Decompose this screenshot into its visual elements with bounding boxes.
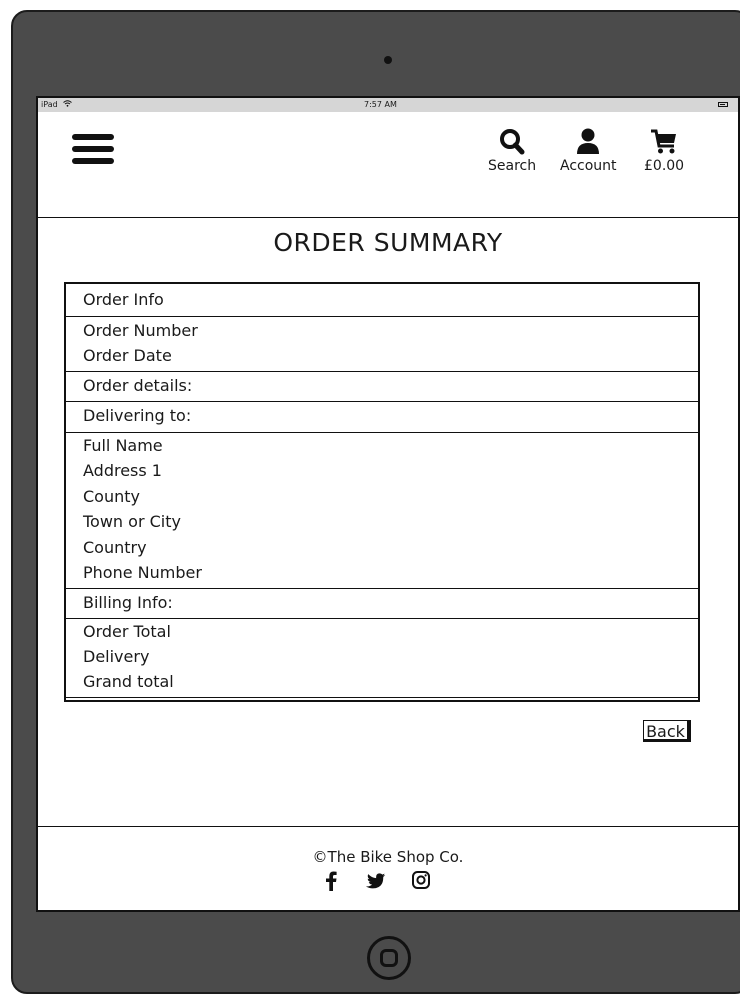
phone-label: Phone Number (83, 563, 202, 582)
screen: iPad 7:57 AM Search Account £0.00 ORDER … (36, 96, 740, 912)
order-date-label: Order Date (83, 346, 172, 365)
search-button[interactable]: Search (488, 128, 536, 174)
copyright-text: ©The Bike Shop Co. (312, 848, 464, 866)
town-label: Town or City (83, 512, 181, 531)
divider (66, 371, 698, 372)
order-total-label: Order Total (83, 622, 171, 641)
instagram-icon[interactable] (411, 870, 431, 892)
cart-total: £0.00 (644, 158, 685, 174)
order-info-header: Order Info (83, 290, 164, 309)
search-icon (488, 128, 536, 156)
header-divider (38, 217, 738, 218)
county-label: County (83, 487, 140, 506)
user-icon (560, 128, 617, 156)
grand-total-label: Grand total (83, 672, 174, 691)
menu-icon[interactable] (72, 134, 114, 168)
country-label: Country (83, 538, 147, 557)
delivering-header: Delivering to: (83, 406, 192, 425)
camera (384, 56, 392, 64)
facebook-icon[interactable] (325, 870, 345, 892)
order-summary-table: Order Info Order Number Order Date Order… (64, 282, 700, 702)
cart-button[interactable]: £0.00 (644, 128, 684, 174)
divider (66, 588, 698, 589)
order-number-label: Order Number (83, 321, 198, 340)
address-label: Address 1 (83, 461, 162, 480)
device-name: iPad (41, 100, 58, 109)
divider (66, 697, 698, 698)
full-name-label: Full Name (83, 436, 163, 455)
page-title: ORDER SUMMARY (273, 228, 503, 257)
divider (66, 401, 698, 402)
twitter-icon[interactable] (365, 870, 386, 892)
status-time: 7:57 AM (364, 100, 397, 109)
divider (66, 316, 698, 317)
billing-header: Billing Info: (83, 593, 173, 612)
account-label: Account (560, 158, 617, 174)
order-details-header: Order details: (83, 376, 193, 395)
search-label: Search (488, 158, 537, 174)
wifi-icon (63, 98, 73, 112)
battery-icon (718, 102, 728, 107)
home-button[interactable] (367, 936, 411, 980)
footer-divider (38, 826, 738, 827)
cart-icon (644, 128, 684, 156)
status-bar: iPad 7:57 AM (38, 98, 738, 112)
account-button[interactable]: Account (560, 128, 617, 174)
back-button[interactable]: Back (643, 720, 691, 742)
delivery-label: Delivery (83, 647, 150, 666)
social-links (321, 870, 461, 896)
